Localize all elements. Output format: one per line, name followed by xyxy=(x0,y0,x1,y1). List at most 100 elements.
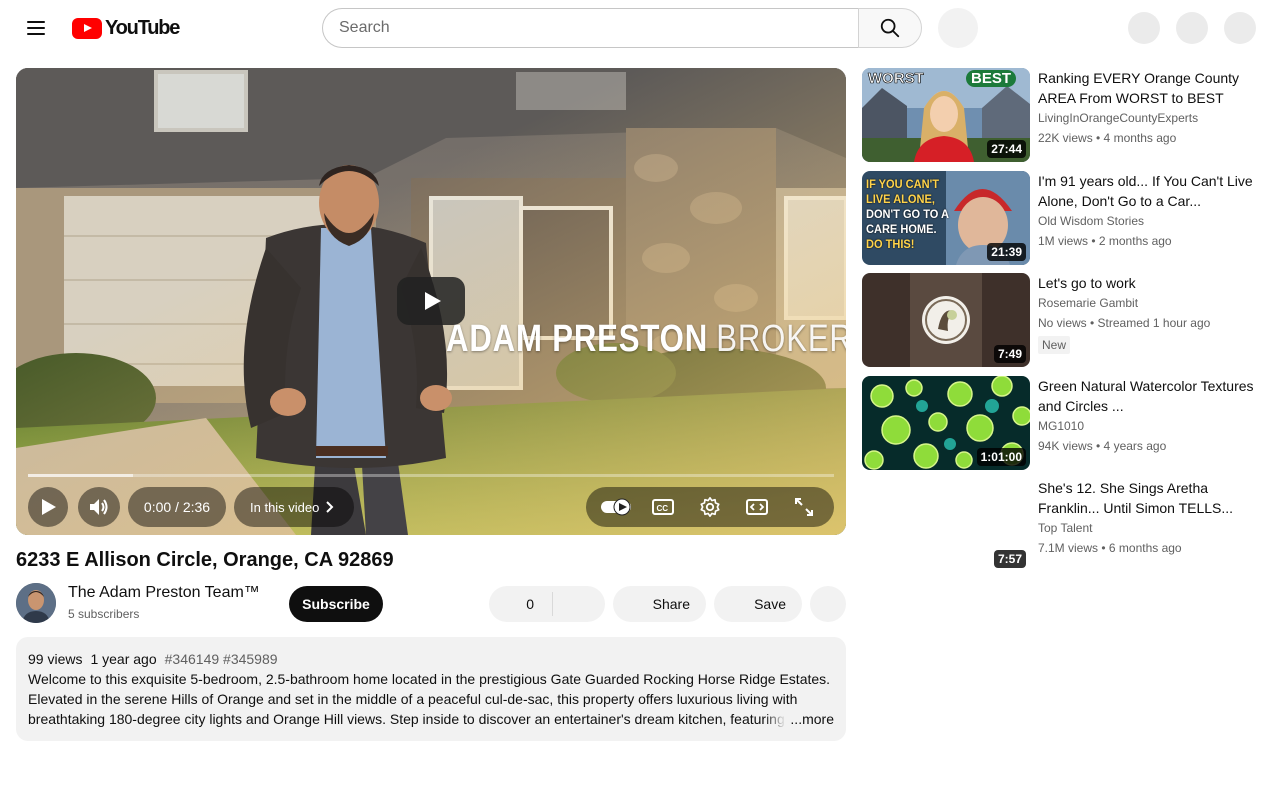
hamburger-icon-bar xyxy=(27,27,45,29)
play-button[interactable] xyxy=(28,487,68,527)
recommended-video[interactable]: 1:01:00 Green Natural Watercolor Texture… xyxy=(862,376,1264,470)
description-text: Welcome to this exquisite 5-bedroom, 2.5… xyxy=(28,669,834,729)
chevron-right-icon xyxy=(326,501,334,513)
video-thumbnail[interactable]: WORST BEST 27:44 xyxy=(862,68,1030,162)
hamburger-icon-bar xyxy=(27,33,45,35)
chapters-button[interactable]: In this video xyxy=(234,487,354,527)
youtube-logo[interactable]: YouTube xyxy=(72,16,180,39)
fullscreen-button[interactable] xyxy=(784,487,824,527)
subscriber-count: 5 subscribers xyxy=(68,607,140,621)
search-input[interactable] xyxy=(339,19,859,37)
logo-text: YouTube xyxy=(105,16,180,39)
thumb-line: DO THIS! xyxy=(866,237,915,251)
autoplay-toggle-icon xyxy=(600,498,631,516)
upload-date: 1 year ago xyxy=(90,651,157,667)
thumb-text-worst: WORST xyxy=(868,70,924,88)
mute-button[interactable] xyxy=(78,487,120,527)
chapters-label: In this video xyxy=(250,499,320,515)
save-label: Save xyxy=(754,596,786,612)
video-duration: 1:01:00 xyxy=(976,448,1026,466)
video-title-link[interactable]: She's 12. She Sings Aretha Franklin... U… xyxy=(1038,478,1254,518)
video-duration: 21:39 xyxy=(987,243,1026,261)
account-avatar-button[interactable] xyxy=(1224,12,1256,44)
video-duration: 7:49 xyxy=(993,345,1026,363)
channel-avatar-image xyxy=(16,583,56,623)
right-controls: CC xyxy=(586,487,834,527)
recommended-video[interactable]: 7:57 She's 12. She Sings Aretha Franklin… xyxy=(862,478,1264,572)
captions-button[interactable]: CC xyxy=(643,487,683,527)
hashtags[interactable]: #346149 #345989 xyxy=(165,649,278,669)
video-thumbnail[interactable]: IF YOU CAN'T LIVE ALONE, DON'T GO TO A C… xyxy=(862,171,1030,265)
video-stats: 7.1M views • 6 months ago xyxy=(1038,541,1182,555)
video-title-link[interactable]: Let's go to work xyxy=(1038,273,1254,293)
hamburger-icon-bar xyxy=(27,21,45,23)
new-badge: New xyxy=(1038,336,1071,354)
menu-button[interactable] xyxy=(16,8,56,48)
save-button[interactable]: Save xyxy=(714,586,802,622)
recommended-video[interactable]: WORST BEST 27:44 Ranking EVERY Orange Co… xyxy=(862,68,1264,162)
video-title-link[interactable]: Green Natural Watercolor Textures and Ci… xyxy=(1038,376,1254,416)
video-stats: 94K views • 4 years ago xyxy=(1038,439,1167,453)
video-thumbnail[interactable]: 7:49 xyxy=(862,273,1030,367)
autoplay-toggle[interactable] xyxy=(596,487,636,527)
view-count: 99 views xyxy=(28,651,83,667)
like-button[interactable]: 0 xyxy=(489,586,552,622)
like-count: 0 xyxy=(526,596,534,612)
video-stats: No views • Streamed 1 hour ago xyxy=(1038,316,1211,330)
description-meta: 99 views 1 year ago #346149 #345989 xyxy=(28,649,834,669)
share-button[interactable]: Share xyxy=(613,586,706,622)
masthead: YouTube xyxy=(0,0,1280,56)
theater-mode-icon xyxy=(746,499,769,515)
thumb-line: IF YOU CAN'T xyxy=(866,177,939,191)
channel-name[interactable]: MG1010 xyxy=(1038,419,1084,433)
channel-avatar[interactable] xyxy=(16,583,56,623)
dislike-button[interactable] xyxy=(553,586,605,622)
video-stats: 22K views • 4 months ago xyxy=(1038,131,1177,145)
video-title-link[interactable]: I'm 91 years old... If You Can't Live Al… xyxy=(1038,171,1254,211)
large-play-button[interactable] xyxy=(397,277,465,325)
overlay-name: ADAM PRESTON xyxy=(446,318,709,360)
svg-text:CC: CC xyxy=(656,504,668,513)
video-title-link[interactable]: Ranking EVERY Orange County AREA From WO… xyxy=(1038,68,1254,108)
channel-name[interactable]: LivingInOrangeCountyExperts xyxy=(1038,111,1198,125)
search-button[interactable] xyxy=(858,8,922,48)
subscribe-button[interactable]: Subscribe xyxy=(289,586,383,622)
channel-name[interactable]: Rosemarie Gambit xyxy=(1038,296,1138,310)
theater-mode-button[interactable] xyxy=(737,487,777,527)
notifications-button[interactable] xyxy=(1176,12,1208,44)
description-box[interactable]: 99 views 1 year ago #346149 #345989 Welc… xyxy=(16,637,846,741)
more-actions-button[interactable] xyxy=(810,586,846,622)
play-icon xyxy=(42,499,56,515)
video-thumbnail[interactable]: 7:57 xyxy=(862,478,1030,572)
channel-name[interactable]: The Adam Preston Team™ xyxy=(68,584,260,602)
recommended-video[interactable]: 7:49 Let's go to work Rosemarie Gambit N… xyxy=(862,273,1264,373)
volume-icon xyxy=(90,499,108,515)
search-icon xyxy=(880,18,900,38)
video-thumbnail[interactable]: 1:01:00 xyxy=(862,376,1030,470)
search-box xyxy=(322,8,859,48)
time-display: 0:00 / 2:36 xyxy=(128,487,226,527)
captions-icon: CC xyxy=(651,499,674,515)
thumb-line: CARE HOME. xyxy=(866,222,937,236)
youtube-play-icon xyxy=(72,17,102,39)
progress-bar[interactable] xyxy=(28,474,834,477)
recommended-video[interactable]: IF YOU CAN'T LIVE ALONE, DON'T GO TO A C… xyxy=(862,171,1264,265)
thumb-caption: IF YOU CAN'T LIVE ALONE, DON'T GO TO A C… xyxy=(866,177,949,252)
fullscreen-icon xyxy=(795,498,814,516)
gear-icon xyxy=(700,497,720,517)
video-duration: 27:44 xyxy=(987,140,1026,158)
video-overlay-caption: ADAM PRESTON BROKER xyxy=(446,318,846,361)
thumb-line: LIVE ALONE, xyxy=(866,192,935,206)
description-body: Welcome to this exquisite 5-bedroom, 2.5… xyxy=(28,671,831,727)
create-button[interactable] xyxy=(1128,12,1160,44)
video-title: 6233 E Allison Circle, Orange, CA 92869 xyxy=(16,549,394,571)
progress-buffered xyxy=(28,474,133,477)
settings-button[interactable] xyxy=(690,487,730,527)
voice-search-button[interactable] xyxy=(938,8,978,48)
video-player[interactable]: ADAM PRESTON BROKER 0:00 / 2:36 In this v… xyxy=(16,68,846,535)
channel-name[interactable]: Top Talent xyxy=(1038,521,1093,535)
share-label: Share xyxy=(652,596,690,612)
channel-name[interactable]: Old Wisdom Stories xyxy=(1038,214,1144,228)
show-more-button[interactable]: ...more xyxy=(764,709,834,729)
thumb-text-best: BEST xyxy=(965,70,1016,87)
